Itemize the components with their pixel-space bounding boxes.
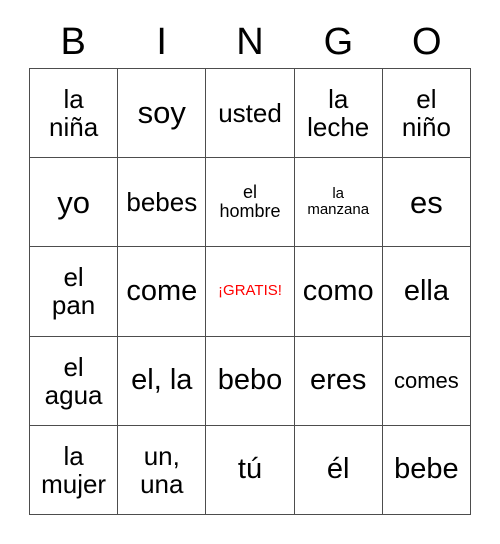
bingo-cell[interactable]: eres bbox=[294, 336, 383, 426]
bingo-cell[interactable]: él bbox=[294, 425, 383, 515]
bingo-cell[interactable]: ella bbox=[382, 247, 471, 337]
bingo-cell[interactable]: bebe bbox=[382, 425, 471, 515]
bingo-cell[interactable]: el hombre bbox=[206, 158, 295, 248]
bingo-cell-label: eres bbox=[309, 364, 367, 397]
bingo-cell-label: comes bbox=[393, 367, 459, 393]
bingo-cell[interactable]: bebes bbox=[118, 158, 207, 248]
bingo-cell-label: soy bbox=[137, 95, 186, 131]
bingo-free-space-label: ¡GRATIS! bbox=[218, 282, 282, 300]
bingo-cell[interactable]: come bbox=[118, 247, 207, 337]
bingo-cell-label: el pan bbox=[51, 262, 96, 321]
bingo-cell-label: es bbox=[410, 184, 443, 220]
bingo-cell[interactable]: yo bbox=[30, 158, 119, 248]
bingo-cell-label: usted bbox=[218, 98, 282, 129]
bingo-header-letter-g: G bbox=[323, 21, 354, 63]
bingo-cell-label: tú bbox=[237, 453, 263, 486]
bingo-cell[interactable]: soy bbox=[118, 69, 207, 159]
bingo-cell-label: la mujer bbox=[41, 440, 107, 499]
bingo-cell-label: él bbox=[326, 453, 350, 486]
bingo-header-letter-n: N bbox=[236, 21, 264, 63]
bingo-cell-label: bebe bbox=[394, 453, 459, 486]
bingo-card: B I N G O la niña soy usted la leche el niño… bbox=[0, 0, 500, 544]
bingo-cell-label: el, la bbox=[131, 364, 193, 397]
bingo-cell-label: el hombre bbox=[219, 181, 281, 222]
bingo-cell-label: la niña bbox=[49, 84, 99, 143]
bingo-cell[interactable]: es bbox=[382, 158, 471, 248]
bingo-cell-label: come bbox=[126, 274, 198, 307]
bingo-cell[interactable]: el agua bbox=[30, 336, 119, 426]
bingo-cell[interactable]: la niña bbox=[30, 69, 119, 159]
bingo-cell-label: como bbox=[302, 274, 374, 307]
bingo-free-space-cell[interactable]: ¡GRATIS! bbox=[206, 247, 295, 337]
bingo-cell-label: ella bbox=[403, 274, 449, 307]
bingo-cell[interactable]: el niño bbox=[382, 69, 471, 159]
bingo-cell[interactable]: como bbox=[294, 247, 383, 337]
bingo-cell[interactable]: la mujer bbox=[30, 425, 119, 515]
bingo-cell[interactable]: tú bbox=[206, 425, 295, 515]
bingo-grid: la niña soy usted la leche el niño yo bebes el … bbox=[29, 68, 471, 515]
bingo-cell[interactable]: la leche bbox=[294, 69, 383, 159]
bingo-cell-label: bebo bbox=[217, 364, 283, 397]
bingo-cell[interactable]: bebo bbox=[206, 336, 295, 426]
bingo-cell[interactable]: usted bbox=[206, 69, 295, 159]
bingo-cell[interactable]: la manzana bbox=[294, 158, 383, 248]
bingo-cell[interactable]: comes bbox=[382, 336, 471, 426]
bingo-header-letter-o: O bbox=[412, 21, 442, 63]
bingo-cell[interactable]: un, una bbox=[118, 425, 207, 515]
bingo-cell-label: un, una bbox=[140, 440, 184, 499]
bingo-cell-label: bebes bbox=[126, 187, 198, 218]
bingo-cell-label: la leche bbox=[307, 84, 370, 143]
bingo-cell[interactable]: el, la bbox=[118, 336, 207, 426]
bingo-cell[interactable]: el pan bbox=[30, 247, 119, 337]
bingo-cell-label: la manzana bbox=[307, 185, 370, 219]
bingo-header-letter-b: B bbox=[60, 21, 86, 63]
bingo-cell-label: el niño bbox=[401, 84, 451, 143]
bingo-header-row: B I N G O bbox=[29, 17, 471, 67]
bingo-header-letter-i: I bbox=[156, 21, 167, 63]
bingo-cell-label: el agua bbox=[44, 351, 103, 410]
bingo-cell-label: yo bbox=[57, 184, 90, 220]
